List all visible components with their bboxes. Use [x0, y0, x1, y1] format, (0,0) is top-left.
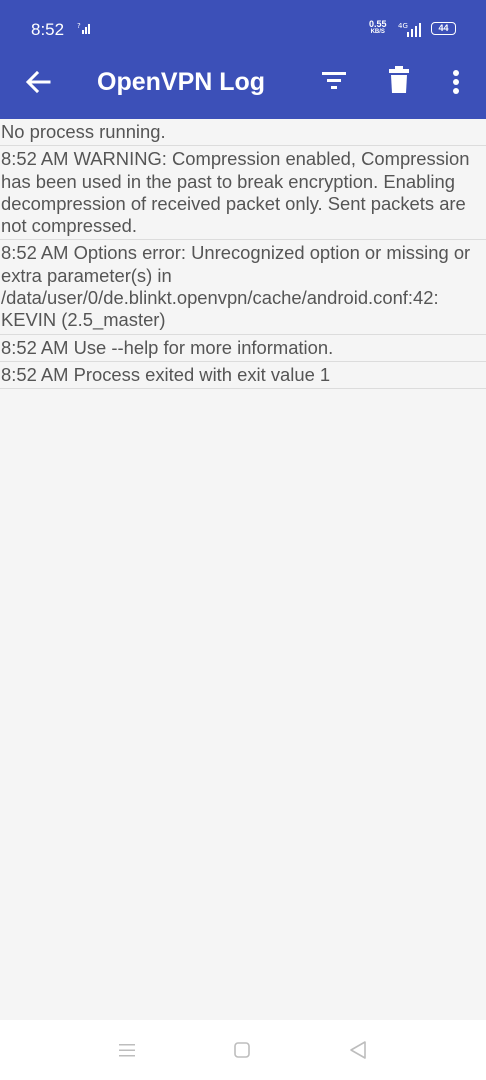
- status-time: 8:52: [31, 20, 65, 39]
- log-entry[interactable]: 8:52 AM Use --help for more information.: [0, 335, 486, 362]
- log-entry[interactable]: No process running.: [0, 119, 486, 147]
- log-entry[interactable]: 8:52 AM WARNING: Compression enabled, Co…: [0, 146, 486, 241]
- back-arrow-icon[interactable]: [24, 68, 52, 96]
- system-nav-bar: [0, 1020, 486, 1080]
- battery-icon: 44: [431, 22, 456, 35]
- filter-icon[interactable]: [320, 69, 348, 93]
- svg-text:?: ?: [77, 22, 81, 30]
- network-speed: 0.55 KB/S: [369, 20, 387, 36]
- log-entry[interactable]: 8:52 AM Process exited with exit value 1: [0, 362, 486, 390]
- back-icon[interactable]: [348, 1040, 368, 1060]
- battery-level: 44: [438, 23, 449, 33]
- more-vert-icon[interactable]: [443, 67, 469, 97]
- signal-icon: ?: [77, 22, 90, 34]
- log-list[interactable]: No process running. 8:52 AM WARNING: Com…: [0, 119, 486, 390]
- page-title: OpenVPN Log: [97, 68, 266, 96]
- log-entry[interactable]: 8:52 AM Options error: Unrecognized opti…: [0, 240, 486, 335]
- speed-unit: KB/S: [370, 29, 385, 35]
- app-bar: OpenVPN Log: [0, 44, 486, 119]
- delete-icon[interactable]: [386, 65, 412, 95]
- home-icon[interactable]: [233, 1041, 251, 1059]
- speed-value: 0.55: [369, 19, 387, 29]
- recents-icon[interactable]: [117, 1041, 137, 1059]
- mobile-signal-icon: 4G: [398, 22, 421, 37]
- status-bar: 8:52 ? 0.55 KB/S 4G 44: [0, 0, 486, 44]
- network-type: 4G: [398, 22, 408, 30]
